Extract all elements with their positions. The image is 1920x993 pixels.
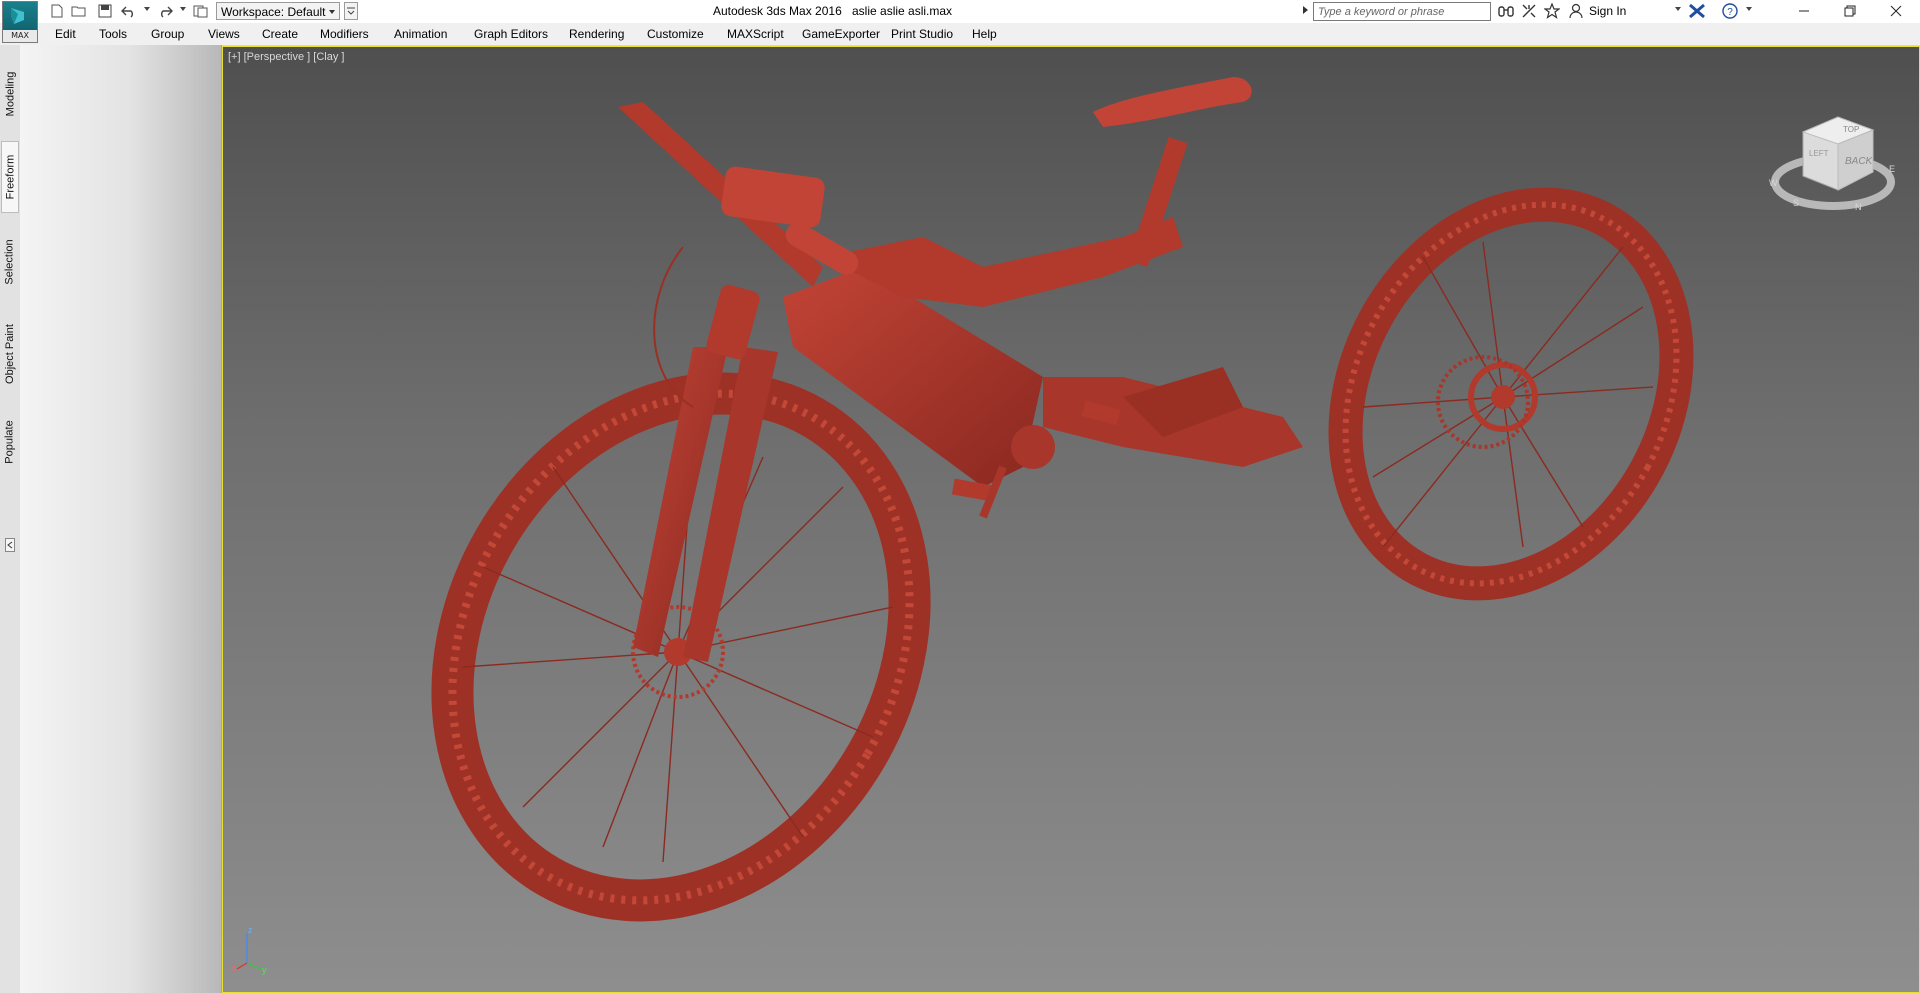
tab-freeform-label: Freeform [4,154,16,200]
ribbon-tab-strip: Modeling Freeform Selection Object Paint… [0,45,21,993]
help-dropdown-icon[interactable] [1746,7,1752,11]
svg-text:?: ? [1727,7,1733,18]
user-icon[interactable] [1567,2,1585,20]
file-name: aslie aslie asli.max [852,4,953,18]
binoculars-icon[interactable] [1497,2,1515,20]
workspace-selector[interactable]: Workspace: Default [216,2,340,20]
search-expand-icon[interactable] [1303,6,1308,14]
minimize-icon [1799,10,1809,12]
menu-rendering[interactable]: Rendering [569,27,624,41]
new-file-icon[interactable] [48,2,66,20]
3ds-max-logo-icon [11,8,24,24]
menu-gameexporter[interactable]: GameExporter [802,27,880,41]
perspective-viewport[interactable]: [+] [Perspective ] [Clay ] TOP BACK LEFT… [222,46,1920,993]
help-icon[interactable]: ? [1721,2,1739,20]
close-icon [1890,5,1902,17]
ribbon-collapse-button[interactable] [5,538,15,552]
search-input[interactable] [1313,2,1491,21]
sign-in-button[interactable]: Sign In [1589,4,1626,18]
redo-icon[interactable] [156,2,174,20]
menu-group[interactable]: Group [151,27,184,41]
tab-selection-label: Selection [4,239,17,285]
menu-create[interactable]: Create [262,27,298,41]
menu-modifiers[interactable]: Modifiers [320,27,369,41]
bicycle-model[interactable] [223,47,1919,992]
tab-populate[interactable]: Populate [1,407,19,477]
chevron-left-icon [7,541,13,549]
workspace-menu-button[interactable] [344,2,358,20]
tab-populate-label: Populate [4,420,16,464]
menu-icon [347,7,355,15]
menu-views[interactable]: Views [208,27,240,41]
menu-maxscript[interactable]: MAXScript [727,27,784,41]
sign-in-dropdown-icon[interactable] [1675,7,1681,11]
menu-graph-editors[interactable]: Graph Editors [474,27,548,41]
open-file-icon[interactable] [70,2,88,20]
compass-w[interactable]: W [1769,178,1778,188]
application-button[interactable]: MAX [2,1,38,43]
redo-dropdown-icon[interactable] [180,7,186,11]
tab-freeform[interactable]: Freeform [1,141,19,213]
viewcube-top-label[interactable]: TOP [1843,125,1859,134]
viewcube-back-label[interactable]: BACK [1845,156,1874,167]
compass-s[interactable]: S [1793,198,1799,208]
menu-help[interactable]: Help [972,27,997,41]
menu-print-studio[interactable]: Print Studio [891,27,953,41]
favorites-star-icon[interactable] [1543,2,1561,20]
viewcube-left-label[interactable]: LEFT [1809,149,1829,158]
ribbon-panel [20,45,222,993]
undo-icon[interactable] [120,2,138,20]
save-icon[interactable] [96,2,114,20]
axis-tripod: z y x [231,925,267,975]
window-title: Autodesk 3ds Max 2016 [713,4,842,18]
menu-edit[interactable]: Edit [55,27,76,41]
tab-object-paint[interactable]: Object Paint [1,311,19,397]
exchange-apps-icon[interactable] [1688,2,1706,20]
minimize-button[interactable] [1781,0,1827,22]
tab-modeling[interactable]: Modeling [1,59,19,129]
menu-tools[interactable]: Tools [99,27,127,41]
axis-x-label: x [231,963,236,973]
app-logo-text: MAX [3,30,37,42]
rear-wheel [1328,187,1694,601]
menu-animation[interactable]: Animation [394,27,447,41]
project-folder-icon[interactable] [192,2,210,20]
restore-icon [1844,5,1856,17]
workspace-label: Workspace: Default [221,5,326,19]
tab-selection[interactable]: Selection [1,225,19,299]
axis-y-label: y [262,965,267,975]
compass-e[interactable]: E [1889,164,1895,174]
axis-z-label: z [248,925,253,935]
viewcube[interactable]: TOP BACK LEFT W S E N [1763,102,1903,222]
restore-button[interactable] [1827,0,1873,22]
subscription-center-icon[interactable] [1520,2,1538,20]
chevron-down-icon [329,10,335,14]
tab-modeling-label: Modeling [4,71,17,117]
compass-n[interactable]: N [1855,202,1862,212]
title-bar: MAX Workspace: Default Autodesk 3ds Max … [0,0,1920,43]
menu-customize[interactable]: Customize [647,27,704,41]
tab-object-paint-label: Object Paint [4,324,17,384]
close-button[interactable] [1873,0,1919,22]
undo-dropdown-icon[interactable] [144,7,150,11]
